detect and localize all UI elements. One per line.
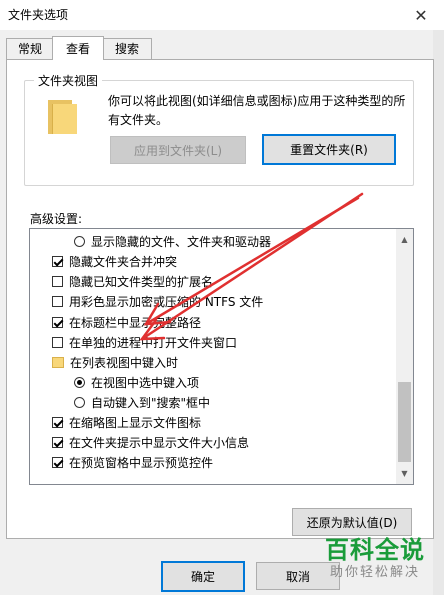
title-bar: 文件夹选项 ✕	[0, 0, 444, 30]
list-item-label: 隐藏文件夹合并冲突	[69, 255, 178, 269]
list-item-label: 隐藏已知文件类型的扩展名	[69, 275, 214, 289]
list-item[interactable]: 在文件夹提示中显示文件大小信息	[52, 433, 249, 452]
ok-button[interactable]: 确定	[161, 561, 245, 592]
folder-options-dialog: 文件夹选项 ✕ 常规 查看 搜索 文件夹视图 你可以将此视图(如详细信息或图标)…	[0, 0, 444, 595]
list-item[interactable]: 自动键入到"搜索"框中	[74, 393, 210, 412]
list-item-label: 在单独的进程中打开文件夹窗口	[69, 336, 238, 350]
advanced-settings-label: 高级设置:	[30, 212, 83, 226]
checkbox-separate-process[interactable]	[52, 337, 63, 348]
tab-general[interactable]: 常规	[6, 38, 54, 59]
checkbox-thumbnail-icons[interactable]	[52, 417, 63, 428]
reset-folders-button[interactable]: 重置文件夹(R)	[262, 134, 396, 165]
restore-defaults-button[interactable]: 还原为默认值(D)	[292, 508, 412, 536]
scrollbar-thumb[interactable]	[398, 382, 411, 462]
watermark-sub-text: 助你轻松解决	[329, 565, 420, 580]
radio-type-into-search[interactable]	[74, 397, 85, 408]
folder-views-description: 你可以将此视图(如详细信息或图标)应用于这种类型的所有文件夹。	[108, 94, 406, 127]
list-item-label: 在列表视图中键入时	[70, 356, 179, 370]
list-item[interactable]: 显示隐藏的文件、文件夹和驱动器	[74, 232, 271, 251]
checkbox-color-ntfs[interactable]	[52, 296, 63, 307]
apply-to-folders-button[interactable]: 应用到文件夹(L)	[110, 136, 246, 164]
list-item-label: 用彩色显示加密或压缩的 NTFS 文件	[69, 295, 264, 309]
scroll-down-icon[interactable]: ▼	[396, 465, 413, 482]
tab-search[interactable]: 搜索	[102, 38, 152, 59]
list-item-label: 在视图中选中键入项	[91, 376, 200, 390]
scroll-up-icon[interactable]: ▲	[396, 231, 413, 248]
list-item[interactable]: 在标题栏中显示完整路径	[52, 313, 201, 332]
window-title: 文件夹选项	[8, 8, 69, 22]
list-scrollbar[interactable]: ▲ ▼	[396, 229, 413, 484]
list-item-label: 在文件夹提示中显示文件大小信息	[69, 436, 250, 450]
radio-select-typed-item[interactable]	[74, 377, 85, 388]
watermark-main-text: 百科全说	[325, 536, 425, 564]
window-edge	[433, 30, 444, 595]
close-icon[interactable]: ✕	[398, 0, 444, 30]
list-item[interactable]: 在视图中选中键入项	[74, 373, 199, 392]
folder-icon	[48, 100, 77, 134]
list-item[interactable]: 隐藏已知文件类型的扩展名	[52, 272, 213, 291]
list-item[interactable]: 用彩色显示加密或压缩的 NTFS 文件	[52, 292, 263, 311]
checkbox-preview-handlers[interactable]	[52, 457, 63, 468]
list-item[interactable]: 在缩略图上显示文件图标	[52, 413, 201, 432]
radio-show-hidden[interactable]	[74, 236, 85, 247]
folder-icon	[52, 357, 64, 368]
advanced-settings-list[interactable]: 显示隐藏的文件、文件夹和驱动器 隐藏文件夹合并冲突 隐藏已知文件类型的扩展名 用…	[29, 228, 414, 485]
list-item[interactable]: 在单独的进程中打开文件夹窗口	[52, 333, 237, 352]
watermark-logo: 百科全说 助你轻松解决	[318, 536, 432, 582]
list-item: 在列表视图中键入时	[52, 353, 178, 372]
list-item[interactable]: 在预览窗格中显示预览控件	[52, 453, 213, 472]
tab-view[interactable]: 查看	[52, 36, 104, 60]
checkbox-hide-merge-conflicts[interactable]	[52, 256, 63, 267]
list-item-label: 在标题栏中显示完整路径	[69, 316, 202, 330]
list-item-label: 在缩略图上显示文件图标	[69, 416, 202, 430]
checkbox-full-path-title[interactable]	[52, 317, 63, 328]
list-item[interactable]: 隐藏文件夹合并冲突	[52, 252, 177, 271]
checkbox-hide-extensions[interactable]	[52, 276, 63, 287]
checkbox-folder-tip-size[interactable]	[52, 437, 63, 448]
list-item-label: 显示隐藏的文件、文件夹和驱动器	[91, 235, 272, 249]
folder-views-legend: 文件夹视图	[34, 72, 103, 89]
list-item-label: 自动键入到"搜索"框中	[91, 396, 211, 410]
list-item-label: 在预览窗格中显示预览控件	[69, 456, 214, 470]
